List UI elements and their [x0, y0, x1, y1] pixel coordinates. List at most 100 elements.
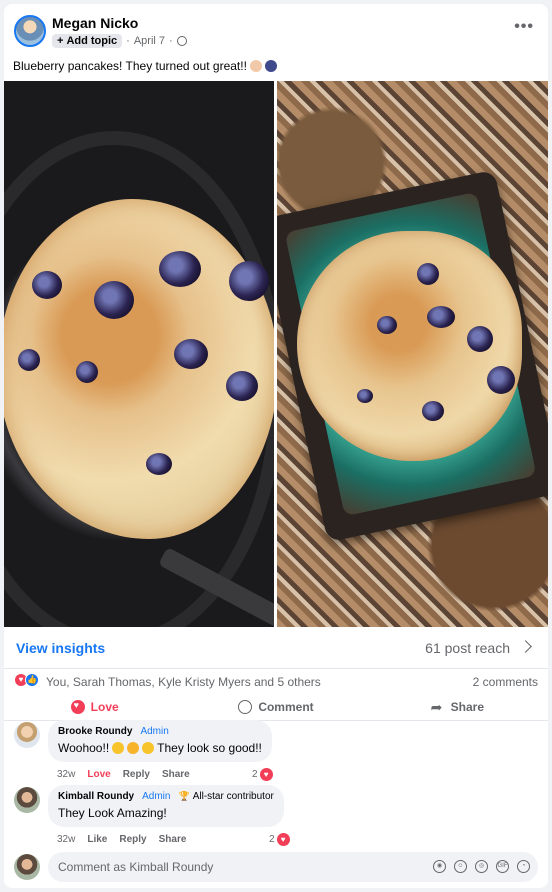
- globe-icon[interactable]: [176, 36, 187, 46]
- comment-like-button[interactable]: Like: [87, 834, 107, 845]
- comment-time[interactable]: 32w: [57, 769, 75, 780]
- dot-separator: ·: [169, 35, 173, 47]
- comment-reply-button[interactable]: Reply: [119, 834, 146, 845]
- reactions-summary: ♥ 👍 You, Sarah Thomas, Kyle Kristy Myers…: [4, 669, 548, 693]
- camera-icon[interactable]: ◎: [475, 860, 488, 873]
- author-name[interactable]: Megan Nicko: [52, 15, 138, 31]
- comment-item: Brooke Roundy Admin Woohoo!! They look s…: [14, 720, 534, 782]
- all-star-badge: 🏆 All-star contributor: [178, 791, 273, 802]
- comment-actions: 32w Like Reply Share: [57, 834, 186, 845]
- comment-reaction-count[interactable]: 2 ♥: [252, 768, 273, 781]
- comment-reaction-count[interactable]: 2 ♥: [269, 833, 290, 846]
- blueberry: [32, 271, 62, 299]
- avatar-sticker-icon[interactable]: ◉: [433, 860, 446, 873]
- commenter-name[interactable]: Kimball Roundy: [58, 791, 134, 802]
- blueberry: [94, 281, 134, 319]
- blueberry: [487, 366, 515, 394]
- love-reaction-icon: ♥: [259, 768, 273, 781]
- share-label: Share: [450, 699, 484, 714]
- yum-emoji-icon: [142, 742, 155, 754]
- comment-bubble: Brooke Roundy Admin Woohoo!! They look s…: [48, 720, 272, 762]
- comment-input-placeholder: Comment as Kimball Roundy: [58, 860, 214, 874]
- post-actions: Love Comment ➦ Share: [4, 693, 548, 721]
- post-caption: Blueberry pancakes! They turned out grea…: [13, 59, 277, 73]
- caption-text: Blueberry pancakes! They turned out grea…: [13, 59, 247, 73]
- admin-badge: Admin: [142, 791, 171, 802]
- blueberry: [467, 326, 493, 352]
- share-icon: ➦: [430, 698, 443, 715]
- blueberry: [174, 339, 208, 369]
- reaction-count: 2: [269, 834, 275, 845]
- comment-share-button[interactable]: Share: [159, 834, 187, 845]
- reaction-count: 2: [252, 769, 258, 780]
- comment-button[interactable]: Comment: [185, 693, 366, 720]
- all-star-label: All-star contributor: [192, 791, 274, 802]
- reaction-names[interactable]: You, Sarah Thomas, Kyle Kristy Myers and…: [46, 675, 321, 689]
- comments-count[interactable]: 2 comments: [473, 675, 538, 689]
- photo-grid: [4, 81, 548, 627]
- post-reach: 61 post reach: [425, 640, 510, 656]
- comment-share-button[interactable]: Share: [162, 769, 190, 780]
- comment-text-end: They look so good!!: [157, 741, 262, 755]
- love-button[interactable]: Love: [4, 693, 185, 720]
- blueberry: [146, 453, 172, 475]
- photo-pancake-in-pan[interactable]: [4, 81, 274, 627]
- blueberry: [377, 316, 397, 334]
- post-date[interactable]: April 7: [134, 35, 165, 47]
- blueberry: [18, 349, 40, 371]
- photo-pancake-on-plate[interactable]: [277, 81, 548, 627]
- post-meta: + Add topic · April 7 ·: [52, 33, 187, 49]
- blueberry-emoji-icon: [264, 60, 277, 72]
- comment-text-start: Woohoo!!: [58, 741, 110, 755]
- emoji-icon[interactable]: ☺: [454, 860, 467, 873]
- pancake: [4, 199, 274, 539]
- love-icon: [70, 699, 85, 714]
- comment-time[interactable]: 32w: [57, 834, 75, 845]
- like-reaction-icon: 👍: [25, 673, 39, 687]
- view-insights-link[interactable]: View insights: [16, 640, 105, 656]
- add-topic-button[interactable]: + Add topic: [52, 34, 123, 48]
- comment-bubble: Kimball Roundy Admin 🏆 All-star contribu…: [48, 785, 284, 827]
- post-header: Megan Nicko + Add topic · April 7 · •••: [4, 4, 548, 54]
- blueberry: [226, 371, 258, 401]
- blueberry: [159, 251, 201, 287]
- commenter-avatar[interactable]: [14, 787, 40, 813]
- trophy-icon: 🏆: [178, 791, 190, 801]
- commenter-name[interactable]: Brooke Roundy: [58, 726, 132, 737]
- comment-text: Woohoo!! They look so good!!: [58, 741, 262, 755]
- reaction-icons[interactable]: ♥ 👍: [14, 673, 39, 687]
- comment-love-button[interactable]: Love: [87, 769, 110, 780]
- admin-badge: Admin: [140, 726, 169, 737]
- sticker-icon[interactable]: ◔: [517, 860, 530, 873]
- blueberry: [427, 306, 455, 328]
- grin-emoji-icon: [112, 742, 125, 754]
- plus-icon: +: [57, 35, 64, 47]
- insights-bar[interactable]: View insights 61 post reach: [4, 627, 548, 669]
- heart-eyes-emoji-icon: [127, 742, 140, 754]
- comment-input[interactable]: Comment as Kimball Roundy ◉ ☺ ◎ GIF ◔: [48, 852, 538, 882]
- blueberry: [229, 261, 269, 301]
- comment-label: Comment: [258, 699, 314, 714]
- composer-avatar[interactable]: [14, 854, 40, 880]
- gif-icon[interactable]: GIF: [496, 860, 509, 873]
- love-reaction-icon: ♥: [276, 833, 290, 846]
- blueberry: [76, 361, 98, 383]
- more-options-icon[interactable]: •••: [514, 18, 534, 36]
- comment-actions: 32w Love Reply Share: [57, 769, 190, 780]
- comment-reply-button[interactable]: Reply: [123, 769, 150, 780]
- comment-icon: [238, 699, 253, 714]
- composer-tools: ◉ ☺ ◎ GIF ◔: [433, 860, 530, 873]
- hands-emoji-icon: [249, 60, 262, 72]
- commenter-avatar[interactable]: [14, 722, 40, 748]
- share-button[interactable]: ➦ Share: [367, 693, 548, 720]
- comment-text: They Look Amazing!: [58, 806, 167, 820]
- comment-item: Kimball Roundy Admin 🏆 All-star contribu…: [14, 785, 534, 847]
- chevron-right-icon[interactable]: [519, 640, 532, 653]
- blueberry: [417, 263, 439, 285]
- add-topic-label: Add topic: [66, 35, 118, 47]
- blueberry: [357, 389, 373, 403]
- dot-separator: ·: [126, 35, 130, 47]
- comment-composer: Comment as Kimball Roundy ◉ ☺ ◎ GIF ◔: [14, 852, 542, 882]
- author-avatar[interactable]: [14, 15, 46, 47]
- post-card: Megan Nicko + Add topic · April 7 · ••• …: [4, 4, 548, 888]
